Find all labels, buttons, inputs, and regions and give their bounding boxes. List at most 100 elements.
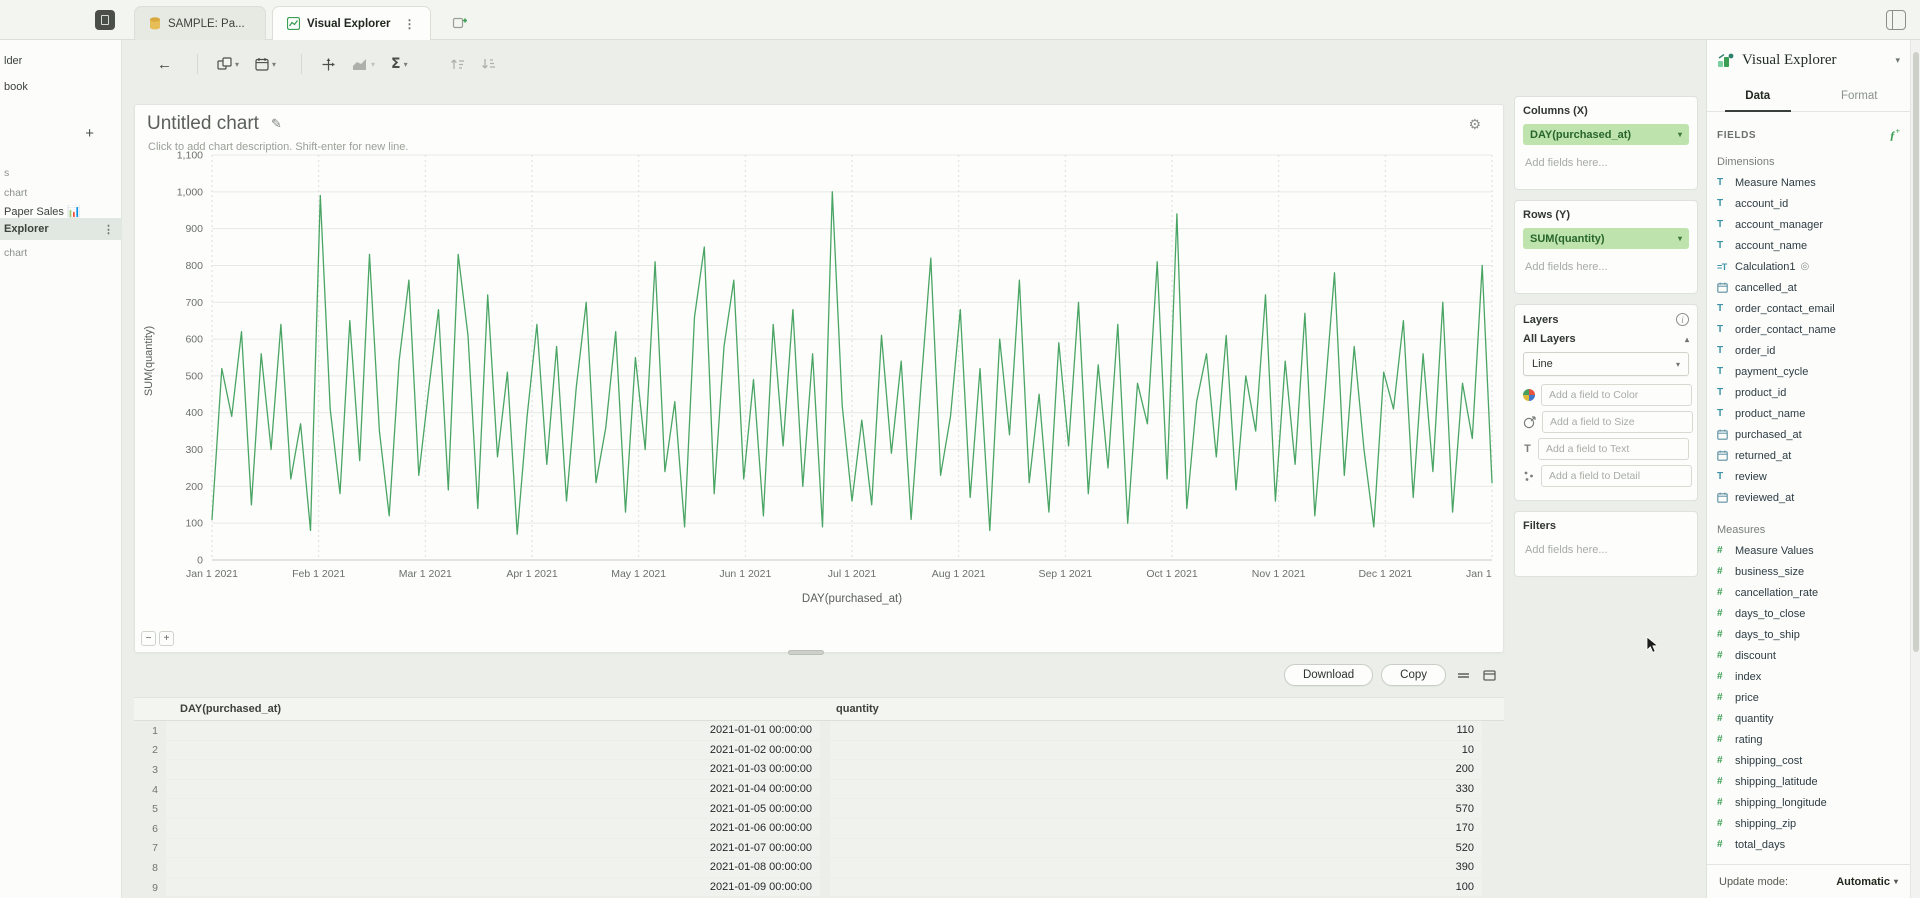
new-tab-button[interactable]: [447, 11, 473, 35]
date-granularity-button[interactable]: ▾: [250, 53, 281, 75]
tab-format[interactable]: Format: [1809, 80, 1911, 111]
table-row[interactable]: 92021-01-09 00:00:00100: [134, 878, 1504, 898]
table-row[interactable]: 62021-01-06 00:00:00170: [134, 819, 1504, 839]
sidebar-item[interactable]: chart: [0, 242, 122, 264]
table-row[interactable]: 82021-01-08 00:00:00390: [134, 858, 1504, 878]
sidebar-item[interactable]: +: [0, 122, 122, 144]
table-row[interactable]: 22021-01-02 00:00:0010: [134, 741, 1504, 761]
field-item-measure[interactable]: #price: [1707, 687, 1910, 708]
rows-field-pill[interactable]: SUM(quantity) ▾: [1523, 228, 1689, 249]
size-field-input[interactable]: [1542, 411, 1693, 433]
field-item-measure[interactable]: #days_to_close: [1707, 603, 1910, 624]
field-item-measure[interactable]: #total_days: [1707, 834, 1910, 855]
column-header[interactable]: quantity: [830, 703, 1482, 715]
chart-style-button[interactable]: ▾: [347, 53, 380, 75]
collapse-table-icon[interactable]: [1454, 667, 1472, 683]
table-row[interactable]: 42021-01-04 00:00:00330: [134, 780, 1504, 800]
sidebar-item[interactable]: lder: [0, 50, 122, 72]
panel-toggle-icon[interactable]: [1886, 10, 1906, 30]
field-item-dimension[interactable]: TMeasure Names: [1707, 172, 1910, 193]
table-row[interactable]: 32021-01-03 00:00:00200: [134, 760, 1504, 780]
zoom-in-button[interactable]: +: [159, 631, 174, 646]
chart-title[interactable]: Untitled chart: [147, 113, 259, 135]
field-item-dimension[interactable]: =TCalculation1◎: [1707, 256, 1910, 277]
chart-settings-icon[interactable]: ⚙: [1468, 117, 1481, 133]
sidebar-toggle-icon[interactable]: [95, 10, 115, 30]
aggregate-button[interactable]: Σ ▾: [386, 52, 413, 76]
field-item-measure[interactable]: #cancellation_rate: [1707, 582, 1910, 603]
sidebar-item[interactable]: book: [0, 76, 122, 98]
field-item-dimension[interactable]: reviewed_at: [1707, 487, 1910, 508]
filters-dropzone[interactable]: Add fields here...: [1523, 539, 1689, 568]
scrollbar-thumb[interactable]: [1913, 52, 1919, 652]
field-item-dimension[interactable]: Torder_contact_email: [1707, 298, 1910, 319]
chevron-down-icon[interactable]: ▾: [1895, 55, 1900, 66]
text-field-input[interactable]: [1538, 438, 1689, 460]
field-item-measure[interactable]: #Measure Values: [1707, 540, 1910, 561]
field-item-measure[interactable]: #discount: [1707, 645, 1910, 666]
field-item-measure[interactable]: #shipping_longitude: [1707, 792, 1910, 813]
field-item-measure[interactable]: #shipping_latitude: [1707, 771, 1910, 792]
field-item-dimension[interactable]: Taccount_id: [1707, 193, 1910, 214]
field-item-dimension[interactable]: Torder_contact_name: [1707, 319, 1910, 340]
cell-quantity: 520: [830, 839, 1482, 858]
field-item-dimension[interactable]: returned_at: [1707, 445, 1910, 466]
update-mode-select[interactable]: Automatic ▾: [1836, 876, 1898, 888]
tab-visual-explorer[interactable]: Visual Explorer ⋮: [272, 6, 431, 40]
field-item-measure[interactable]: #shipping_zip: [1707, 813, 1910, 834]
field-item-dimension[interactable]: Torder_id: [1707, 340, 1910, 361]
field-item-dimension[interactable]: purchased_at: [1707, 424, 1910, 445]
cell-date: 2021-01-02 00:00:00: [166, 741, 820, 760]
color-field-input[interactable]: [1541, 384, 1692, 406]
row-number: 4: [134, 780, 166, 800]
back-button[interactable]: ←: [152, 52, 177, 77]
encoding-slot: T: [1523, 438, 1689, 460]
sort-descending-button[interactable]: [476, 53, 501, 75]
column-header[interactable]: DAY(purchased_at): [166, 703, 820, 715]
panel-resize-handle[interactable]: [788, 650, 824, 655]
chart-layout-button[interactable]: ▾: [212, 53, 244, 76]
sidebar-item-selected[interactable]: Explorer⋮: [0, 218, 122, 240]
kebab-menu-icon[interactable]: ⋮: [103, 223, 114, 236]
y-axis-title: SUM(quantity): [143, 281, 155, 441]
field-item-dimension[interactable]: Tproduct_name: [1707, 403, 1910, 424]
page-scrollbar[interactable]: [1910, 40, 1920, 898]
field-item-measure[interactable]: #quantity: [1707, 708, 1910, 729]
detail-field-input[interactable]: [1541, 465, 1692, 487]
columns-field-pill[interactable]: DAY(purchased_at) ▾: [1523, 124, 1689, 145]
field-item-dimension[interactable]: Taccount_name: [1707, 235, 1910, 256]
sidebar-item[interactable]: s: [0, 162, 122, 184]
field-item-dimension[interactable]: Tproduct_id: [1707, 382, 1910, 403]
sort-ascending-button[interactable]: [445, 53, 470, 75]
edit-title-icon[interactable]: ✎: [271, 117, 282, 132]
all-layers-toggle[interactable]: All Layers ▴: [1523, 333, 1689, 345]
info-icon[interactable]: i: [1676, 313, 1689, 326]
field-item-measure[interactable]: #shipping_cost: [1707, 750, 1910, 771]
transform-button[interactable]: [316, 53, 341, 76]
table-row[interactable]: 52021-01-05 00:00:00570: [134, 799, 1504, 819]
table-row[interactable]: 12021-01-01 00:00:00110: [134, 721, 1504, 741]
columns-dropzone[interactable]: Add fields here...: [1523, 152, 1689, 181]
field-item-dimension[interactable]: Tpayment_cycle: [1707, 361, 1910, 382]
tab-menu-icon[interactable]: ⋮: [404, 17, 416, 31]
copy-button[interactable]: Copy: [1381, 664, 1446, 686]
tab-data[interactable]: Data: [1707, 80, 1809, 111]
field-item-measure[interactable]: #business_size: [1707, 561, 1910, 582]
field-item-measure[interactable]: #days_to_ship: [1707, 624, 1910, 645]
line-chart[interactable]: 01002003004005006007008009001,0001,100Ja…: [159, 147, 1495, 615]
field-item-dimension[interactable]: Taccount_manager: [1707, 214, 1910, 235]
detail-icon: [1523, 470, 1535, 482]
download-button[interactable]: Download: [1284, 664, 1373, 686]
zoom-out-button[interactable]: −: [141, 631, 156, 646]
field-item-dimension[interactable]: Treview: [1707, 466, 1910, 487]
add-calculation-icon[interactable]: ƒ+: [1889, 127, 1900, 143]
tab-sample-paper-sales[interactable]: SAMPLE: Pa...: [134, 6, 266, 40]
field-item-measure[interactable]: #index: [1707, 666, 1910, 687]
mark-type-select[interactable]: Line ▾: [1523, 352, 1689, 376]
rows-dropzone[interactable]: Add fields here...: [1523, 256, 1689, 285]
field-item-dimension[interactable]: cancelled_at: [1707, 277, 1910, 298]
expand-table-icon[interactable]: [1480, 667, 1498, 683]
field-item-measure[interactable]: #rating: [1707, 729, 1910, 750]
table-row[interactable]: 72021-01-07 00:00:00520: [134, 839, 1504, 859]
svg-text:400: 400: [185, 407, 203, 419]
